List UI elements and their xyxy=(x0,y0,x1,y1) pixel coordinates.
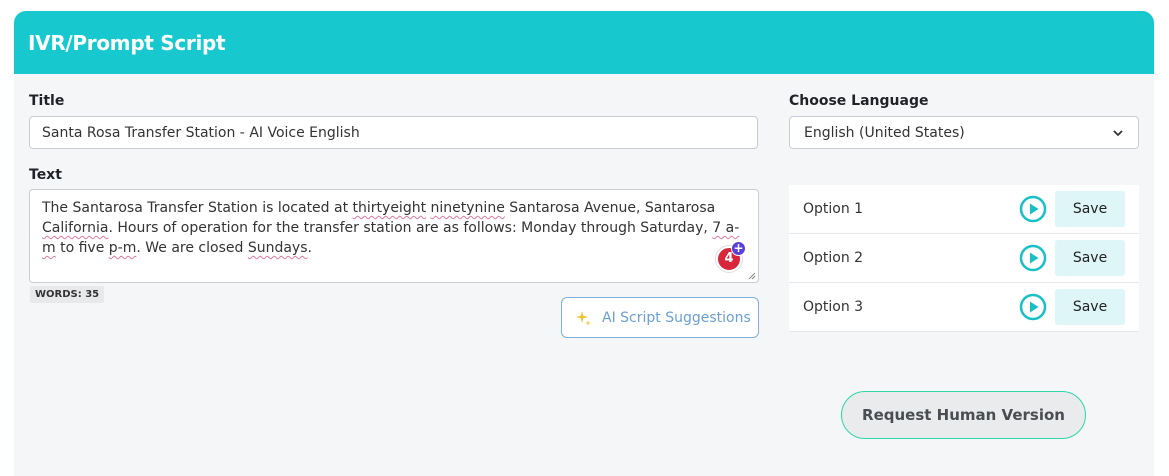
misspelled-word: p-m xyxy=(108,240,137,256)
script-text-segment: The Santarosa Transfer Station is locate… xyxy=(42,200,353,216)
play-icon[interactable] xyxy=(1019,293,1047,321)
option-row: Option 3 Save xyxy=(789,283,1139,332)
misspelled-word: California xyxy=(42,220,109,236)
misspelled-word: Sundays xyxy=(247,240,308,256)
voice-options-list: Option 1 Save Option 2 Save Option 3 Sav… xyxy=(789,185,1139,332)
play-icon[interactable] xyxy=(1019,195,1047,223)
ivr-script-card: IVR/Prompt Script Title Santa Rosa Trans… xyxy=(14,11,1154,476)
word-count-badge: WORDS: 35 xyxy=(30,286,105,303)
option-row: Option 1 Save xyxy=(789,185,1139,234)
card-header: IVR/Prompt Script xyxy=(14,11,1154,74)
option-label: Option 3 xyxy=(803,299,864,315)
title-input[interactable]: Santa Rosa Transfer Station - AI Voice E… xyxy=(29,116,758,149)
title-label: Title xyxy=(29,93,65,109)
save-button[interactable]: Save xyxy=(1055,240,1125,276)
grammar-checker-badge[interactable]: 4 + xyxy=(716,241,746,272)
sparkle-icon xyxy=(576,310,591,326)
option-row: Option 2 Save xyxy=(789,234,1139,283)
play-icon[interactable] xyxy=(1019,244,1047,272)
language-select-value: English (United States) xyxy=(804,124,965,141)
script-text-segment: . xyxy=(307,240,312,256)
text-label: Text xyxy=(29,167,62,183)
option-label: Option 1 xyxy=(803,201,864,217)
ai-script-suggestions-button[interactable]: AI Script Suggestions xyxy=(561,297,759,338)
script-textarea[interactable]: The Santarosa Transfer Station is locate… xyxy=(29,189,759,283)
script-text-segment: . We are closed xyxy=(136,240,248,256)
language-select[interactable]: English (United States) xyxy=(789,116,1139,149)
page-title: IVR/Prompt Script xyxy=(28,30,226,55)
ai-script-suggestions-label: AI Script Suggestions xyxy=(602,309,751,326)
resize-handle-icon[interactable] xyxy=(748,272,756,280)
chevron-down-icon xyxy=(1113,129,1123,136)
save-button[interactable]: Save xyxy=(1055,191,1125,227)
script-text-segment: Santarosa Avenue, Santarosa xyxy=(504,200,716,216)
script-text-segment: . Hours of operation for the transfer st… xyxy=(108,220,713,236)
title-input-value: Santa Rosa Transfer Station - AI Voice E… xyxy=(42,124,360,141)
script-text: The Santarosa Transfer Station is locate… xyxy=(42,200,739,256)
save-button[interactable]: Save xyxy=(1055,289,1125,325)
misspelled-word: thirtyeight xyxy=(352,200,427,216)
request-human-version-button[interactable]: Request Human Version xyxy=(841,391,1086,439)
misspelled-word: ninetynine xyxy=(430,200,505,216)
script-text-segment: to five xyxy=(55,240,109,256)
option-label: Option 2 xyxy=(803,250,864,266)
plus-icon: + xyxy=(731,241,746,256)
language-label: Choose Language xyxy=(789,93,929,109)
